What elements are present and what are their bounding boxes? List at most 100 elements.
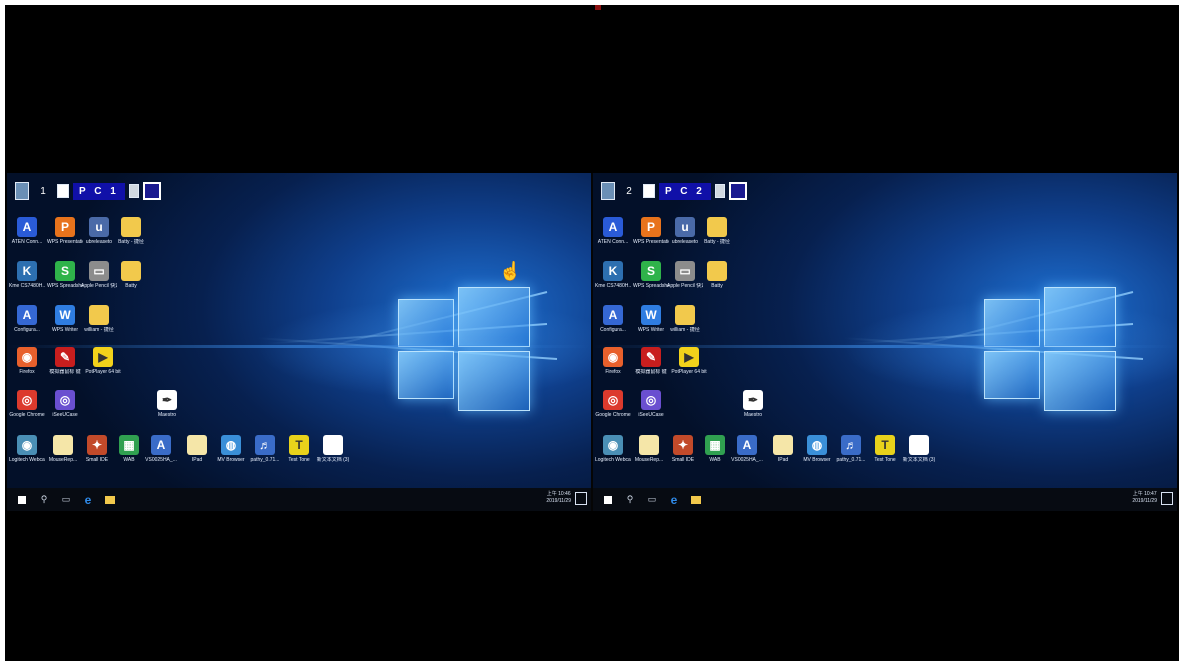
desktop-icon[interactable]: ▶ PotPlayer 64 bit — [85, 347, 121, 375]
desktop-icon[interactable]: IPad — [179, 435, 215, 463]
desktop-icon[interactable]: W WPS Writer — [47, 305, 83, 333]
desktop-icon[interactable]: ▦ WAB — [697, 435, 733, 463]
kvm-expand-icon[interactable] — [728, 182, 747, 200]
kvm-port-number: 1 — [40, 185, 46, 197]
desktop-icon[interactable]: ◍ MV Browser — [799, 435, 835, 463]
desktop-icon[interactable]: ◎ iSeeUCase — [47, 390, 83, 418]
desktop-icon-label: 模拟器鼠标 键 — [635, 369, 667, 375]
desktop-icon[interactable]: ◎ iSeeUCase — [633, 390, 669, 418]
desktop-icon[interactable]: ✦ Small IDE — [665, 435, 701, 463]
desktop-icon[interactable]: ▭ Apple Pencil 快速打开 ... — [667, 261, 703, 289]
folder-icon — [121, 217, 141, 237]
desktop-icon[interactable]: ◉ Firefox — [9, 347, 45, 375]
notification-icon[interactable] — [575, 491, 587, 505]
desktop-icon[interactable]: u ubreleaseto — [81, 217, 117, 245]
desktop-icon[interactable]: A ATEN Conn... — [9, 217, 45, 245]
desktop-icon-label: Maestro — [743, 412, 763, 418]
desktop-icon[interactable]: A VS0025HA_... — [729, 435, 765, 463]
desktop-icon[interactable]: A ATEN Conn... — [595, 217, 631, 245]
task-view-icon[interactable]: ▭ — [645, 493, 659, 507]
clock-date: 2019/11/29 — [1132, 498, 1157, 504]
ubrelease-icon: u — [89, 217, 109, 237]
desktop-icon[interactable]: P WPS Presentation — [633, 217, 669, 245]
configuration-icon: A — [603, 305, 623, 325]
desktop-icon[interactable]: 新文本文档 (3) — [315, 435, 351, 463]
desktop-icon[interactable]: Batty — [113, 261, 149, 289]
desktop-icon[interactable]: K Kme CS7480H... — [9, 261, 45, 289]
recording-indicator — [595, 5, 601, 10]
desktop-icon-label: IPad — [191, 457, 203, 463]
desktop-icon[interactable]: A Configura... — [595, 305, 631, 333]
desktop-icon[interactable]: S WPS Spreadshe... — [47, 261, 83, 289]
desktop-icon-label: 新文本文档 (3) — [316, 457, 350, 463]
desktop-screen-pc1[interactable]: 1 P C 1 A ATEN Conn... P WPS Presentation uu… — [7, 173, 591, 511]
desktop-icon[interactable]: A VS0025HA_... — [143, 435, 179, 463]
file-explorer-icon[interactable] — [689, 493, 703, 507]
desktop-icon-label: Batty - 捷径 — [704, 239, 730, 245]
desktop-icon-label: PotPlayer 64 bit — [671, 369, 707, 375]
desktop-icon[interactable]: ◎ Google Chrome — [595, 390, 631, 418]
search-icon[interactable]: ⚲ — [623, 493, 637, 507]
desktop-icon-label: WPS Spreadshe... — [633, 283, 669, 289]
windows-logo — [392, 273, 534, 423]
potplayer-icon: ▶ — [679, 347, 699, 367]
edge-icon[interactable]: e — [667, 493, 681, 507]
edge-icon[interactable]: e — [81, 493, 95, 507]
file-explorer-icon[interactable] — [103, 493, 117, 507]
wab-icon: ▦ — [705, 435, 725, 455]
desktop-icon-label: WAB — [123, 457, 135, 463]
desktop-icon[interactable]: MouseRep... — [45, 435, 81, 463]
search-icon[interactable]: ⚲ — [37, 493, 51, 507]
desktop-icon[interactable]: ♬ pathy_0.71... — [833, 435, 869, 463]
task-view-icon[interactable]: ▭ — [59, 493, 73, 507]
desktop-icon[interactable]: ◍ MV Browser — [213, 435, 249, 463]
desktop-icon[interactable]: Batty - 捷径 — [699, 217, 735, 245]
desktop-icon[interactable]: ✎ 模拟器鼠标 键 — [633, 347, 669, 375]
desktop-icon[interactable]: IPad — [765, 435, 801, 463]
wps-spreadsheet-icon: S — [641, 261, 661, 281]
desktop-icon[interactable]: ▦ WAB — [111, 435, 147, 463]
desktop-icon-label: pathy_0.71... — [250, 457, 280, 463]
kvm-osd-bar[interactable]: 2 P C 2 — [601, 179, 747, 203]
desktop-icon-label: MV Browser — [217, 457, 245, 463]
desktop-icon[interactable]: T Test Tone — [867, 435, 903, 463]
desktop-icon[interactable]: ◎ Google Chrome — [9, 390, 45, 418]
desktop-icon[interactable]: ✦ Small IDE — [79, 435, 115, 463]
desktop-icon[interactable]: T Test Tone — [281, 435, 317, 463]
desktop-icon[interactable]: ♬ pathy_0.71... — [247, 435, 283, 463]
desktop-icon[interactable]: william - 捷径 — [667, 305, 703, 333]
start-icon[interactable] — [15, 493, 29, 507]
desktop-icon[interactable]: ✒ Maestro — [149, 390, 185, 418]
desktop-icon[interactable]: ◉ Logitech Webca... — [595, 435, 631, 463]
desktop-icon[interactable]: Batty — [699, 261, 735, 289]
desktop-icon[interactable]: Batty - 捷径 — [113, 217, 149, 245]
kvm-expand-icon[interactable] — [142, 182, 161, 200]
wps-writer-icon: W — [641, 305, 661, 325]
desktop-icon[interactable]: ◉ Firefox — [595, 347, 631, 375]
desktop-icon[interactable]: MouseRep... — [631, 435, 667, 463]
desktop-icon[interactable]: u ubreleaseto — [667, 217, 703, 245]
desktop-icon[interactable]: P WPS Presentation — [47, 217, 83, 245]
pathy-icon: ♬ — [841, 435, 861, 455]
clock[interactable]: 上午 10:46 2019/11/29 — [546, 491, 571, 505]
desktop-icon[interactable]: ✒ Maestro — [735, 390, 771, 418]
desktop-icon[interactable]: william - 捷径 — [81, 305, 117, 333]
desktop-icon[interactable]: ◉ Logitech Webca... — [9, 435, 45, 463]
emulator-icon: ✎ — [641, 347, 661, 367]
desktop-icon[interactable]: K Kme CS7480H... — [595, 261, 631, 289]
firefox-icon: ◉ — [603, 347, 623, 367]
kvm-osd-bar[interactable]: 1 P C 1 — [15, 179, 161, 203]
desktop-icon[interactable]: S WPS Spreadshe... — [633, 261, 669, 289]
clock[interactable]: 上午 10:47 2019/11/29 — [1132, 491, 1157, 505]
desktop-icon-label: Apple Pencil 快速打开 ... — [667, 283, 703, 289]
desktop-icon[interactable]: ▶ PotPlayer 64 bit — [671, 347, 707, 375]
desktop-icon[interactable]: ▭ Apple Pencil 快速打开 ... — [81, 261, 117, 289]
start-icon[interactable] — [601, 493, 615, 507]
desktop-icon[interactable]: W WPS Writer — [633, 305, 669, 333]
desktop-icon[interactable]: 新文本文档 (3) — [901, 435, 937, 463]
desktop-icon[interactable]: A Configura... — [9, 305, 45, 333]
desktop-screen-pc2[interactable]: 2 P C 2 A ATEN Conn... P WPS Presentation uu… — [593, 173, 1177, 511]
notification-icon[interactable] — [1161, 491, 1173, 505]
iseeucase-icon: ◎ — [641, 390, 661, 410]
desktop-icon[interactable]: ✎ 模拟器鼠标 键 — [47, 347, 83, 375]
